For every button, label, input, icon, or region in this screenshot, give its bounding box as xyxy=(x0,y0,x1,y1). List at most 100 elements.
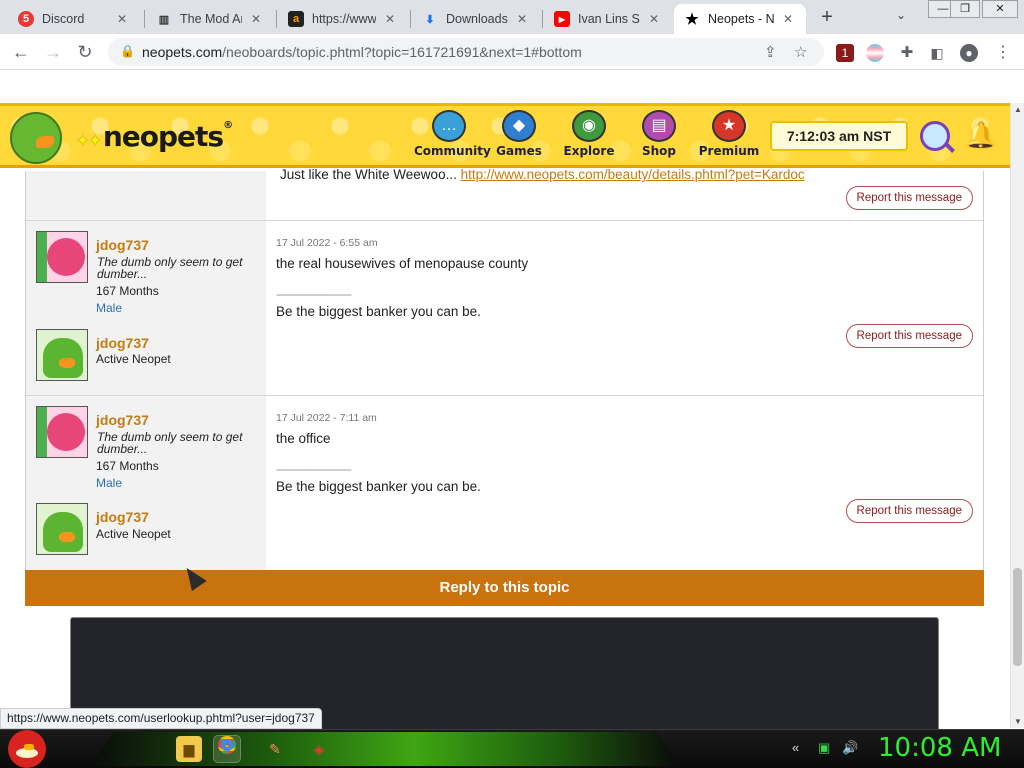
tab-neopets[interactable]: ★ Neopets - N ✕ xyxy=(674,4,806,34)
close-tab-icon[interactable]: ✕ xyxy=(646,12,662,26)
taskbar-clock[interactable]: 10:08 AM xyxy=(878,733,1001,763)
close-window-button[interactable]: ✕ xyxy=(982,0,1018,18)
post-signature: Be the biggest banker you can be. xyxy=(276,479,481,494)
url-host: neopets.com xyxy=(142,44,223,60)
nav-label: Community xyxy=(414,144,491,158)
game-app-icon[interactable]: ◈ xyxy=(306,736,332,762)
nav-community[interactable]: … Community xyxy=(414,110,491,158)
side-panel-icon[interactable]: ◧ xyxy=(928,44,946,62)
discord-icon: 5 xyxy=(18,11,34,27)
post-date: 17 Jul 2022 - 7:11 am xyxy=(276,412,377,424)
author-name[interactable]: jdog737 xyxy=(96,412,149,428)
close-tab-icon[interactable]: ✕ xyxy=(114,12,130,26)
share-icon[interactable]: ⇪ xyxy=(764,43,777,61)
new-tab-button[interactable]: + xyxy=(816,6,838,28)
tab-mod-archive[interactable]: ▥ The Mod Ar ✕ xyxy=(146,4,274,34)
amazon-icon: a xyxy=(288,11,304,27)
pet-status: Active Neopet xyxy=(96,352,171,366)
author-months: 167 Months xyxy=(96,459,159,473)
close-tab-icon[interactable]: ✕ xyxy=(382,12,398,26)
neopets-header: ✦✦neopets® … Community ◆ Games ◉ Explore… xyxy=(0,103,1010,168)
user-avatar[interactable] xyxy=(36,231,88,283)
youtube-icon: ▶ xyxy=(554,11,570,27)
neopets-logo[interactable]: ✦✦neopets® xyxy=(76,120,233,153)
games-icon: ◆ xyxy=(502,110,536,142)
puzzle-extensions-icon[interactable]: ✚ xyxy=(898,44,916,62)
user-avatar[interactable] xyxy=(36,406,88,458)
url-path: /neoboards/topic.phtml?topic=161721691&n… xyxy=(222,44,582,60)
tab-discord[interactable]: 5 Discord ✕ xyxy=(8,4,140,34)
community-icon: … xyxy=(432,110,466,142)
search-icon[interactable] xyxy=(920,121,950,151)
menu-kebab-icon[interactable]: ⋮ xyxy=(994,44,1012,62)
author-gender: Male xyxy=(96,476,123,490)
pet-status: Active Neopet xyxy=(96,527,171,541)
bookmark-star-icon[interactable]: ☆ xyxy=(794,43,807,61)
page-scrollbar[interactable]: ▲ ▼ xyxy=(1010,103,1024,728)
network-icon[interactable]: ▣ xyxy=(818,740,830,756)
pet-avatar[interactable] xyxy=(36,329,88,381)
pet-avatar[interactable] xyxy=(36,503,88,555)
premium-icon: ★ xyxy=(712,110,746,142)
neopets-mascot-icon[interactable] xyxy=(10,112,62,164)
post-body: the office xyxy=(276,431,331,446)
forward-icon[interactable]: → xyxy=(42,41,64,63)
file-explorer-icon[interactable]: ▆ xyxy=(176,736,202,762)
report-message-button[interactable]: Report this message xyxy=(845,324,973,348)
signature-rule: ------------------------- xyxy=(276,462,352,476)
browser-toolbar: ← → ↻ 🔒 neopets.com/neoboards/topic.phtm… xyxy=(0,34,1024,70)
explore-icon: ◉ xyxy=(572,110,606,142)
tray-chevron-icon[interactable]: « xyxy=(792,740,799,755)
back-icon[interactable]: ← xyxy=(10,41,32,63)
tab-downloads[interactable]: ⬇ Downloads ✕ xyxy=(412,4,540,34)
maximize-button[interactable]: ❐ xyxy=(950,0,980,18)
report-message-button[interactable]: Report this message xyxy=(845,499,973,523)
forum-post: jdog737 The dumb only seem to get dumber… xyxy=(26,221,983,396)
tab-search-menu-icon[interactable]: ⌄ xyxy=(896,8,906,22)
nav-explore[interactable]: ◉ Explore xyxy=(554,110,624,158)
tab-youtube[interactable]: ▶ Ivan Lins So ✕ xyxy=(544,4,672,34)
author-months: 167 Months xyxy=(96,284,159,298)
report-message-button[interactable]: Report this message xyxy=(845,186,973,210)
lock-icon[interactable]: 🔒 xyxy=(120,44,135,58)
scroll-up-icon[interactable]: ▲ xyxy=(1014,105,1022,114)
tab-title: https://www. xyxy=(312,12,376,26)
author-name[interactable]: jdog737 xyxy=(96,237,149,253)
shop-icon: ▤ xyxy=(642,110,676,142)
download-icon: ⬇ xyxy=(425,13,435,26)
author-gender: Male xyxy=(96,301,123,315)
post-snippet: Just like the White Weewoo... http://www… xyxy=(280,167,805,182)
nav-games[interactable]: ◆ Games xyxy=(484,110,554,158)
ublock-extension-icon[interactable]: 1 xyxy=(836,44,854,62)
pet-name[interactable]: jdog737 xyxy=(96,509,149,525)
author-tagline: The dumb only seem to get dumber... xyxy=(97,255,243,281)
scroll-down-icon[interactable]: ▼ xyxy=(1014,717,1022,726)
nav-premium[interactable]: ★ Premium xyxy=(694,110,764,158)
snippet-link[interactable]: http://www.neopets.com/beauty/details.ph… xyxy=(461,167,805,182)
nst-clock: 7:12:03 am NST xyxy=(770,121,908,151)
volume-icon[interactable]: 🔊 xyxy=(842,740,858,756)
tab-title: Discord xyxy=(42,12,85,26)
pet-name[interactable]: jdog737 xyxy=(96,335,149,351)
logo-text: neopets xyxy=(102,120,224,153)
chart-icon: ▥ xyxy=(158,13,170,26)
scrollbar-thumb[interactable] xyxy=(1013,568,1022,666)
post-date: 17 Jul 2022 - 6:55 am xyxy=(276,237,378,249)
tab-amazon[interactable]: a https://www. ✕ xyxy=(278,4,408,34)
nav-label: Explore xyxy=(563,144,615,158)
os-taskbar: ▆ ✎ ◈ « ▣ 🔊 10:08 AM xyxy=(0,729,1024,768)
close-tab-icon[interactable]: ✕ xyxy=(248,12,264,26)
address-bar[interactable]: 🔒 neopets.com/neoboards/topic.phtml?topi… xyxy=(108,38,824,66)
logo-sparkle-icon: ✦✦ xyxy=(76,131,102,150)
start-button[interactable] xyxy=(8,730,46,768)
close-tab-icon[interactable]: ✕ xyxy=(514,12,530,26)
profile-avatar-icon[interactable]: ● xyxy=(960,44,978,62)
notification-bell-icon[interactable]: 🔔 xyxy=(964,118,998,152)
paint-app-icon[interactable]: ✎ xyxy=(262,736,288,762)
forum-post: jdog737 The dumb only seem to get dumber… xyxy=(26,396,983,570)
nav-shop[interactable]: ▤ Shop xyxy=(624,110,694,158)
reload-icon[interactable]: ↻ xyxy=(74,41,96,63)
flag-extension-icon[interactable] xyxy=(866,44,884,62)
chrome-icon[interactable] xyxy=(213,735,241,763)
close-tab-icon[interactable]: ✕ xyxy=(780,12,796,26)
